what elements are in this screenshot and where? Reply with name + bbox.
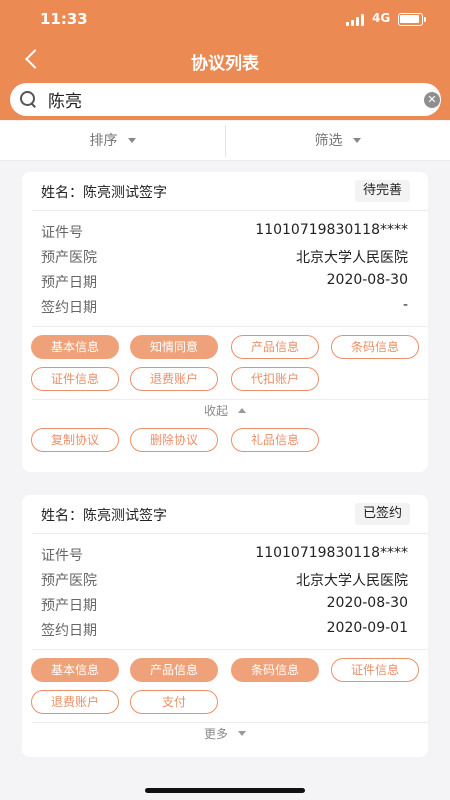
sort-dropdown[interactable]: 排序 — [0, 121, 225, 161]
row-label: 预产医院 — [41, 250, 97, 266]
row-value: 11010719830118**** — [255, 222, 408, 238]
row-label: 预产日期 — [41, 598, 97, 614]
tag-barcode-info[interactable]: 条码信息 — [231, 658, 319, 682]
search-icon — [20, 91, 37, 108]
row-value: 北京大学人民医院 — [296, 573, 408, 589]
row-label: 签约日期 — [41, 300, 97, 316]
toggle-label: 收起 — [203, 404, 228, 418]
caret-down-icon — [352, 137, 361, 143]
status-time: 11:33 — [40, 10, 88, 28]
tag-debit-account[interactable]: 代扣账户 — [231, 367, 319, 391]
row-label: 签约日期 — [41, 623, 97, 639]
search-bar: ✕ — [10, 83, 441, 116]
filter-bar: 排序 筛选 — [0, 121, 450, 161]
tag-product-info[interactable]: 产品信息 — [130, 658, 218, 682]
agreement-card: 姓名：陈亮测试签字 已签约 证件号 11010719830118**** 预产医… — [22, 495, 428, 757]
divider — [32, 533, 428, 534]
row-value: 11010719830118**** — [255, 545, 408, 561]
gift-info-button[interactable]: 礼品信息 — [231, 428, 319, 452]
status-bar: 11:33 4G — [0, 0, 450, 40]
row-value: 2020-08-30 — [326, 272, 408, 288]
expand-toggle[interactable]: 更多 — [22, 725, 428, 742]
card-name: 姓名：陈亮测试签字 — [41, 508, 167, 524]
row-label: 预产日期 — [41, 275, 97, 291]
divider — [32, 649, 428, 650]
filter-label: 筛选 — [314, 133, 343, 149]
row-label: 证件号 — [41, 548, 83, 564]
tag-barcode-info[interactable]: 条码信息 — [331, 335, 419, 359]
clear-icon[interactable]: ✕ — [424, 92, 440, 108]
battery-icon — [398, 13, 426, 26]
copy-agreement-button[interactable]: 复制协议 — [31, 428, 119, 452]
divider — [32, 399, 428, 400]
row-label: 证件号 — [41, 225, 83, 241]
tag-basic-info[interactable]: 基本信息 — [31, 335, 119, 359]
tag-refund-account[interactable]: 退费账户 — [130, 367, 218, 391]
tag-id-info[interactable]: 证件信息 — [331, 658, 419, 682]
tag-basic-info[interactable]: 基本信息 — [31, 658, 119, 682]
agreement-card: 姓名：陈亮测试签字 待完善 证件号 11010719830118**** 预产医… — [22, 172, 428, 472]
tag-product-info[interactable]: 产品信息 — [231, 335, 319, 359]
row-value: 北京大学人民医院 — [296, 250, 408, 266]
divider — [32, 326, 428, 327]
card-name: 姓名：陈亮测试签字 — [41, 185, 167, 201]
status-badge: 已签约 — [354, 503, 410, 525]
divider — [32, 722, 428, 723]
signal-icon — [346, 14, 368, 26]
tag-payment[interactable]: 支付 — [130, 690, 218, 714]
search-input[interactable] — [48, 87, 408, 112]
home-indicator — [145, 788, 305, 793]
sort-label: 排序 — [89, 133, 118, 149]
row-value: 2020-09-01 — [326, 620, 408, 636]
row-value: 2020-08-30 — [326, 595, 408, 611]
tag-refund-account[interactable]: 退费账户 — [31, 690, 119, 714]
caret-down-icon — [127, 137, 136, 143]
divider — [32, 210, 428, 211]
toggle-label: 更多 — [203, 727, 228, 741]
tag-informed-consent[interactable]: 知情同意 — [130, 335, 218, 359]
delete-agreement-button[interactable]: 删除协议 — [130, 428, 218, 452]
caret-down-icon — [238, 731, 246, 736]
caret-up-icon — [238, 408, 246, 413]
row-value: - — [402, 297, 408, 313]
collapse-toggle[interactable]: 收起 — [22, 402, 428, 419]
row-label: 预产医院 — [41, 573, 97, 589]
network-type: 4G — [372, 11, 391, 25]
tag-id-info[interactable]: 证件信息 — [31, 367, 119, 391]
status-badge: 待完善 — [354, 180, 410, 202]
nav-bar: 协议列表 — [0, 40, 450, 80]
page-title: 协议列表 — [191, 54, 259, 74]
filter-dropdown[interactable]: 筛选 — [225, 121, 450, 161]
